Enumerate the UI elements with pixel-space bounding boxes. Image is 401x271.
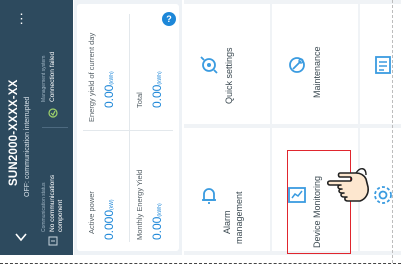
maintenance-icon — [289, 57, 305, 73]
quick-settings-label: Quick settings — [224, 47, 234, 104]
monthly-yield-unit: (kWh) — [157, 203, 163, 217]
active-power-label: Active power — [87, 191, 96, 234]
monthly-yield-label: Monthly Energy Yield — [135, 169, 144, 240]
settings-icon — [374, 186, 392, 204]
communication-status: Communication status No communications c… — [38, 128, 71, 251]
comm-component-icon — [48, 236, 58, 246]
alarm-icon — [202, 188, 216, 204]
communication-value-line2: component — [57, 199, 64, 232]
status-area: Management system Connection failed Comm… — [38, 4, 71, 251]
active-power-unit: (kW) — [109, 199, 115, 210]
crop-guide-bottom — [0, 263, 401, 264]
more-menu-icon[interactable]: ⋮ — [15, 12, 28, 25]
energy-card: ? Energy yield of current day 0.00(kWh) … — [77, 4, 179, 251]
device-title: SUN2000-XXXX-XX — [8, 79, 20, 186]
tile-alarm-management[interactable]: Alarm management — [184, 128, 270, 251]
app-screen: ⋮ SUN2000-XXXX-XX OFF: communication int… — [0, 0, 401, 271]
device-subtitle: OFF: communication interrupted — [24, 96, 31, 197]
log-icon — [375, 56, 391, 74]
title-area: ⋮ SUN2000-XXXX-XX OFF: communication int… — [4, 4, 36, 251]
quick-settings-icon — [200, 56, 218, 74]
crop-guide-right — [392, 0, 393, 263]
daily-yield-unit: (kWh) — [109, 71, 115, 85]
management-status: Management system Connection failed — [38, 4, 71, 126]
device-header: ⋮ SUN2000-XXXX-XX OFF: communication int… — [0, 0, 73, 255]
alarm-label-line2: management — [234, 191, 244, 244]
management-value: Connection failed — [49, 51, 56, 102]
tile-maintenance[interactable]: Maintenance — [272, 4, 358, 124]
help-badge-icon[interactable]: ? — [162, 12, 176, 26]
alarm-label-line1: Alarm — [222, 210, 232, 234]
pointing-hand-icon — [326, 168, 369, 202]
metric-divider-horizontal — [83, 130, 173, 131]
metric-divider-vertical — [129, 14, 130, 242]
total-label: Total — [135, 92, 144, 108]
monthly-yield-value: 0.00(kWh) — [150, 203, 164, 240]
daily-yield-label: Energy yield of current day — [87, 32, 96, 122]
total-value: 0.00(kWh) — [150, 71, 164, 108]
back-chevron-icon[interactable] — [14, 230, 28, 244]
tile-log[interactable] — [360, 4, 401, 124]
active-power-value: 0.000(kW) — [102, 199, 116, 240]
tile-quick-settings[interactable]: Quick settings — [184, 4, 270, 124]
daily-yield-value: 0.00(kWh) — [102, 71, 116, 108]
communication-value-line1: No communications — [49, 174, 56, 232]
connection-icon — [48, 108, 58, 118]
total-unit: (kWh) — [157, 71, 163, 85]
communication-caption: Communication status — [41, 182, 47, 232]
management-caption: Management system — [41, 55, 47, 102]
maintenance-label: Maintenance — [312, 46, 322, 98]
energy-panel: ? Energy yield of current day 0.00(kWh) … — [74, 0, 182, 255]
